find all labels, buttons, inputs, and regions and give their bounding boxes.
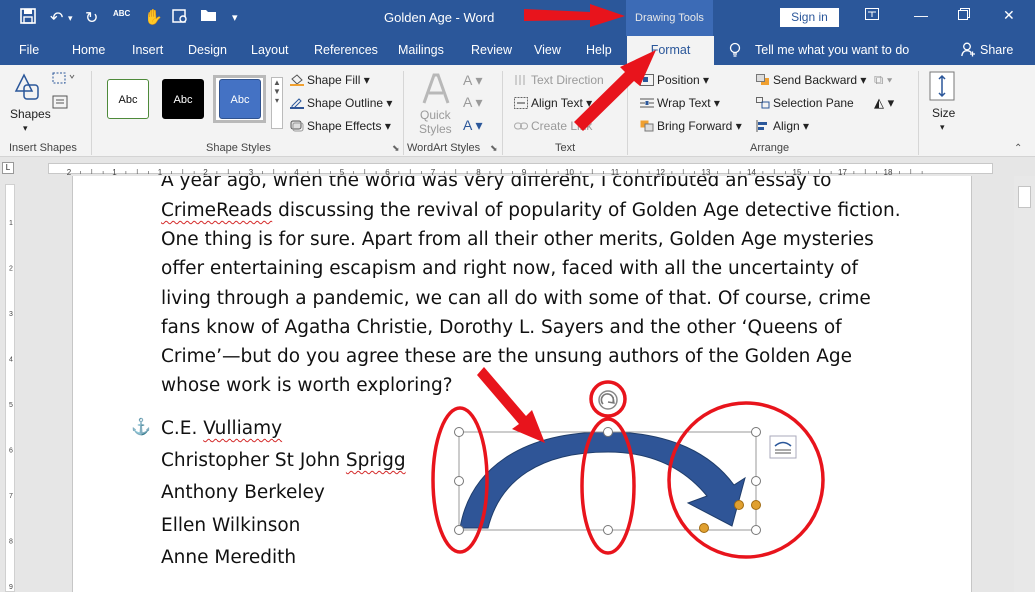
resize-handle[interactable] — [603, 525, 613, 535]
annotation-arrow-to-format-tab — [574, 50, 656, 131]
adjustment-handle[interactable] — [751, 500, 761, 510]
resize-handle[interactable] — [454, 525, 464, 535]
annotation-arrow-to-drawing-tools — [524, 4, 625, 27]
resize-handle[interactable] — [454, 427, 464, 437]
adjustment-handle[interactable] — [699, 523, 709, 533]
curved-arrow-shape[interactable] — [459, 431, 746, 529]
drawing-overlay — [431, 4, 825, 559]
adjustment-handle[interactable] — [734, 500, 744, 510]
rotation-handle-icon[interactable] — [598, 390, 618, 410]
layout-options-icon[interactable] — [769, 435, 797, 459]
resize-handle[interactable] — [751, 476, 761, 486]
resize-handle[interactable] — [751, 427, 761, 437]
resize-handle[interactable] — [751, 525, 761, 535]
resize-handle[interactable] — [454, 476, 464, 486]
resize-handle[interactable] — [603, 427, 613, 437]
